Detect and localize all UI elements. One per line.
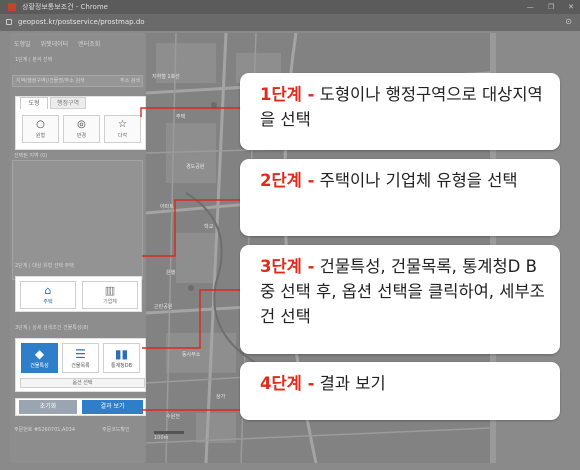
- step4-title: 4단계 -: [260, 374, 315, 393]
- connector-step3: [142, 289, 240, 349]
- callout-step1: 1단계 - 도형이나 행정구역으로 대상지역을 선택: [240, 73, 560, 150]
- step4-text: 결과 보기: [314, 374, 386, 393]
- callout-step4: 4단계 - 결과 보기: [240, 362, 560, 420]
- callout-step2: 2단계 - 주택이나 기업체 유형을 선택: [240, 159, 560, 236]
- step2-text: 주택이나 기업체 유형을 선택: [314, 171, 518, 190]
- step1-title: 1단계 -: [260, 85, 315, 104]
- connector-step1: [140, 107, 240, 117]
- connector-step2: [142, 199, 240, 257]
- step3-title: 3단계 -: [260, 257, 315, 276]
- callout-step3: 3단계 - 건물특성, 건물목록, 통계청D B 중 선택 후, 옵션 선택을 …: [240, 245, 560, 354]
- step2-title: 2단계 -: [260, 171, 315, 190]
